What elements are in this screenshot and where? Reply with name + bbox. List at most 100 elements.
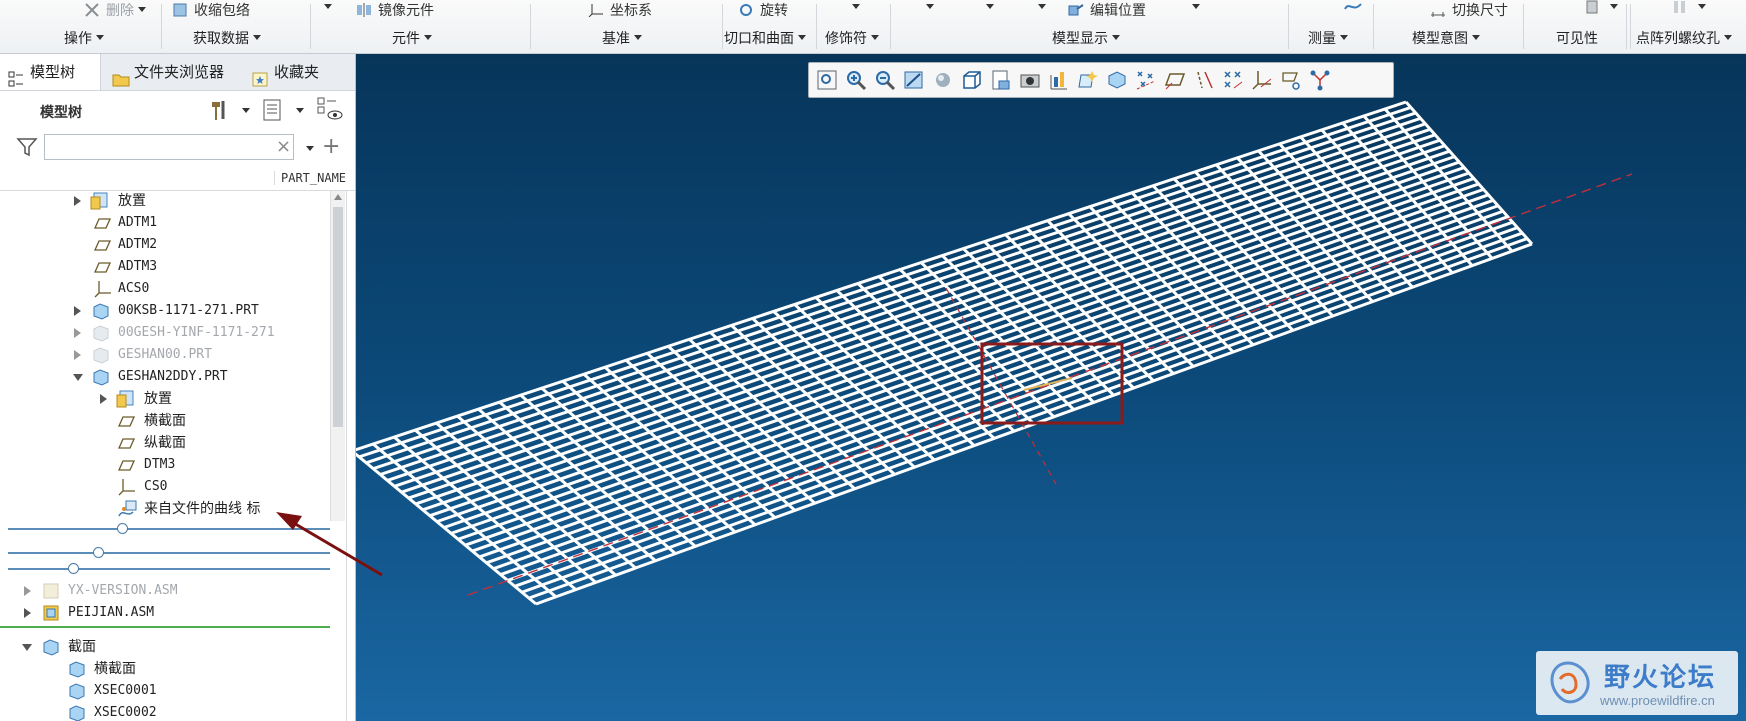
- expand-icon[interactable]: [74, 350, 81, 360]
- filter-icon[interactable]: [16, 137, 38, 161]
- tree-row-part-geshan00[interactable]: GESHAN00.PRT: [0, 344, 330, 366]
- scroll-up-icon[interactable]: [334, 194, 342, 200]
- group-modifiers[interactable]: 修饰符: [825, 28, 879, 48]
- thread-pattern-button[interactable]: [1672, 0, 1706, 16]
- chevron-down-icon[interactable]: [296, 108, 304, 113]
- repaint-icon[interactable]: [903, 69, 925, 91]
- edit-position-button[interactable]: 编辑位置: [1068, 0, 1146, 20]
- rollback-handle[interactable]: [93, 547, 104, 558]
- add-icon[interactable]: +: [322, 134, 340, 159]
- dropdown-button[interactable]: [848, 0, 860, 16]
- tree-columns-icon[interactable]: [262, 98, 284, 126]
- shrinkwrap-button[interactable]: 收缩包络: [172, 0, 250, 20]
- group-measure[interactable]: 测量: [1308, 28, 1348, 48]
- rotate-button[interactable]: 旋转: [738, 0, 788, 20]
- axis-display-icon[interactable]: [1193, 69, 1215, 91]
- tree-scrollbar[interactable]: [330, 191, 345, 521]
- tree-row-dtm3[interactable]: DTM3: [0, 454, 330, 476]
- collapse-icon[interactable]: [22, 644, 32, 651]
- group-visibility[interactable]: 可见性: [1556, 28, 1598, 48]
- expand-icon[interactable]: [74, 306, 81, 316]
- tab-folder-browser[interactable]: 文件夹浏览器: [104, 54, 254, 90]
- annotation-toggle-icon[interactable]: [1309, 69, 1331, 91]
- dropdown-button[interactable]: [1034, 0, 1046, 16]
- group-component[interactable]: 元件: [392, 28, 432, 48]
- tree-row-part-00ksb[interactable]: 00KSB-1171-271.PRT: [0, 300, 330, 322]
- expand-icon[interactable]: [74, 196, 81, 206]
- zoom-in-icon[interactable]: [845, 69, 867, 91]
- group-model-display[interactable]: 模型显示: [1052, 28, 1120, 48]
- insert-line[interactable]: [8, 528, 330, 530]
- point-display-icon[interactable]: [1135, 69, 1157, 91]
- scroll-thumb[interactable]: [333, 207, 343, 427]
- expand-icon[interactable]: [24, 586, 31, 596]
- tree-row-xsec0002[interactable]: XSEC0002: [0, 702, 330, 721]
- rollback-line[interactable]: [8, 552, 330, 554]
- spin-center-icon[interactable]: [1106, 69, 1128, 91]
- refit-icon[interactable]: [816, 69, 838, 91]
- search-input[interactable]: [44, 134, 294, 160]
- graphics-viewport[interactable]: [356, 54, 1746, 721]
- plane-display-icon[interactable]: [1164, 69, 1186, 91]
- chevron-down-icon[interactable]: [306, 146, 314, 151]
- group-operations[interactable]: 操作: [64, 28, 104, 48]
- tree-row-yx-version[interactable]: YX-VERSION.ASM: [0, 580, 330, 602]
- dropdown-button[interactable]: [922, 0, 934, 16]
- mirror-component-button[interactable]: 镜像元件: [356, 0, 434, 20]
- column-part-name[interactable]: PART_NAME: [274, 171, 355, 185]
- group-get-data[interactable]: 获取数据: [193, 28, 261, 48]
- tab-model-tree[interactable]: 模型树: [0, 54, 101, 90]
- visibility-button[interactable]: [1584, 0, 1618, 16]
- expand-icon[interactable]: [74, 328, 81, 338]
- tree-row-xsec-cross[interactable]: 横截面: [0, 658, 330, 680]
- expand-icon[interactable]: [24, 608, 31, 618]
- expand-icon[interactable]: [100, 394, 107, 404]
- dropdown-button[interactable]: [320, 0, 332, 16]
- spin-display-icon[interactable]: [1280, 69, 1302, 91]
- tree-row-cross-section[interactable]: 横截面: [0, 410, 330, 432]
- tree-row-placement[interactable]: 放置: [0, 190, 330, 212]
- csys-display-icon[interactable]: [1251, 69, 1273, 91]
- clear-search-icon[interactable]: ×: [276, 136, 291, 157]
- mesh-grid-model[interactable]: [356, 54, 1746, 721]
- measure-curve-button[interactable]: [1344, 0, 1366, 16]
- tree-row-xsec0001[interactable]: XSEC0001: [0, 680, 330, 702]
- tree-settings-icon[interactable]: [208, 98, 232, 126]
- tree-row-adtm3[interactable]: ADTM3: [0, 256, 330, 278]
- insert-handle-2[interactable]: [68, 563, 79, 574]
- coordinate-system-button[interactable]: 坐标系: [588, 0, 652, 20]
- datum-display-icon[interactable]: [1077, 69, 1099, 91]
- group-pattern-thread[interactable]: 点阵列螺纹孔: [1636, 28, 1732, 48]
- tree-row-part-00gesh[interactable]: 00GESH-YINF-1171-271: [0, 322, 330, 344]
- tree-row-part-geshan2ddy[interactable]: GESHAN2DDY.PRT: [0, 366, 330, 388]
- point-tag-icon[interactable]: [1222, 69, 1244, 91]
- chevron-down-icon[interactable]: [242, 108, 250, 113]
- tree-row-adtm1[interactable]: ADTM1: [0, 212, 330, 234]
- view-manager-icon[interactable]: [990, 69, 1012, 91]
- dropdown-button[interactable]: [982, 0, 994, 16]
- group-datum[interactable]: 基准: [602, 28, 642, 48]
- tree-row-acs0[interactable]: ACS0: [0, 278, 330, 300]
- annotation-display-icon[interactable]: [1048, 69, 1070, 91]
- show-hide-icon[interactable]: [316, 96, 344, 128]
- toggle-dimensions-button[interactable]: 切换尺寸: [1430, 0, 1508, 20]
- group-model-intent[interactable]: 模型意图: [1412, 28, 1480, 48]
- insert-line-2[interactable]: [8, 568, 330, 570]
- zoom-out-icon[interactable]: [874, 69, 896, 91]
- tree-row-curve-from-file[interactable]: 来自文件的曲线 标: [0, 498, 330, 520]
- tree-row-placement[interactable]: 放置: [0, 388, 330, 410]
- delete-button[interactable]: 删除: [84, 0, 146, 20]
- tree-row-sections[interactable]: 截面: [0, 636, 330, 658]
- tree-row-peijian[interactable]: PEIJIAN.ASM: [0, 602, 330, 624]
- tree-row-cs0[interactable]: CS0: [0, 476, 330, 498]
- display-style-icon[interactable]: [932, 69, 954, 91]
- collapse-icon[interactable]: [73, 374, 83, 381]
- tab-favorites[interactable]: 收藏夹: [244, 54, 355, 90]
- tree-row-long-section[interactable]: 纵截面: [0, 432, 330, 454]
- dropdown-button[interactable]: [1188, 0, 1200, 16]
- insert-handle[interactable]: [117, 523, 128, 534]
- saved-orientations-icon[interactable]: [961, 69, 983, 91]
- tree-row-adtm2[interactable]: ADTM2: [0, 234, 330, 256]
- perspective-icon[interactable]: [1019, 69, 1041, 91]
- group-cut-surface[interactable]: 切口和曲面: [724, 28, 806, 48]
